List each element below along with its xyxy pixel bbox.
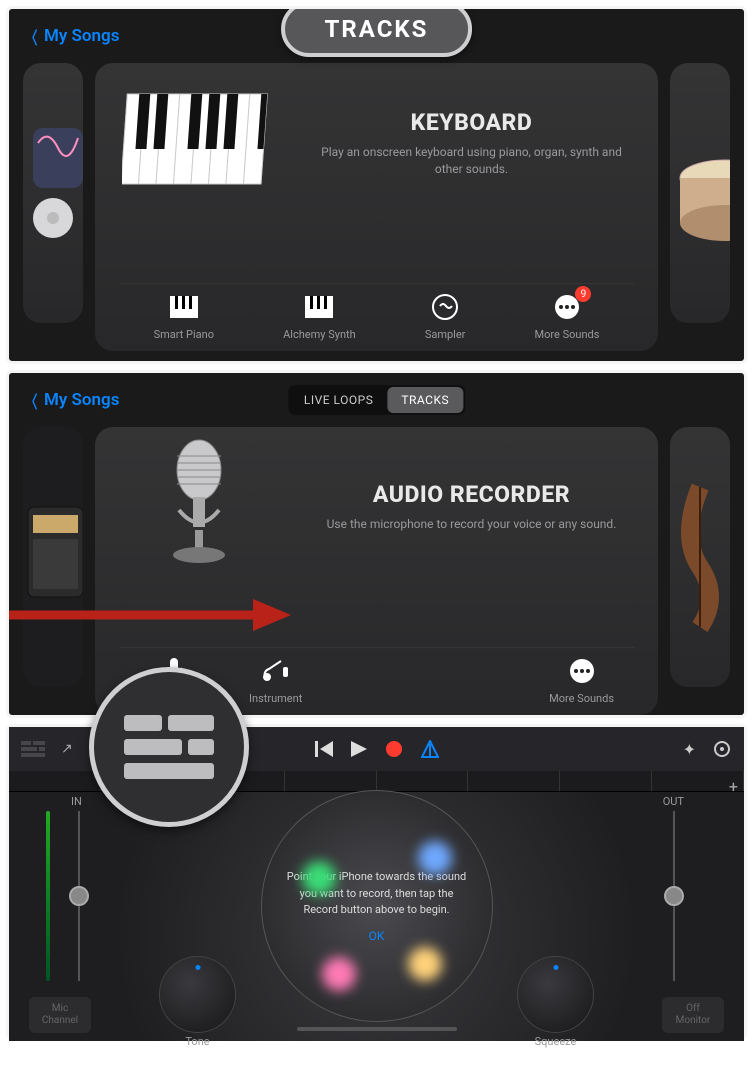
more-icon [567,656,597,686]
mic-channel-button[interactable]: MicChannel [29,997,91,1033]
preset-sampler[interactable]: Sampler [425,292,466,341]
preset-instrument[interactable]: Instrument [249,656,302,705]
magic-button[interactable]: ✦ [683,740,696,759]
preset-more-sounds[interactable]: 9 More Sounds [535,292,600,341]
sampler-icon [430,292,460,322]
instrument-desc: Use the microphone to record your voice … [309,516,634,533]
prev-instrument-peek[interactable] [23,63,83,323]
preset-alchemy-synth[interactable]: Alchemy Synth [283,292,356,341]
settings-button[interactable] [712,739,732,759]
keyboard-card[interactable]: KEYBOARD Play an onscreen keyboard using… [95,63,658,351]
preset-label: More Sounds [549,692,614,705]
input-meter [46,811,50,981]
out-label: OUT [663,795,684,808]
preset-more-sounds[interactable]: More Sounds [549,656,614,705]
segment-tracks[interactable]: TRACKS [387,387,463,413]
instrument-carousel[interactable]: AUDIO RECORDER Use the microphone to rec… [9,427,744,718]
instrument-carousel[interactable]: KEYBOARD Play an onscreen keyboard using… [9,63,744,359]
widget-icon [23,118,83,268]
preset-label: Smart Piano [154,328,214,341]
back-button[interactable]: 〈 My Songs [23,24,119,49]
preset-label: Instrument [249,692,302,705]
next-instrument-peek[interactable] [670,427,730,687]
knob-label: Tone [160,1035,235,1036]
guitar-mic-icon [261,656,291,686]
piano-keys-icon [169,292,199,322]
chevron-left-icon: 〈 [26,388,38,413]
drum-icon [670,123,730,263]
preset-smart-piano[interactable]: Smart Piano [154,292,214,341]
segment-live-loops[interactable]: LIVE LOOPS [290,387,387,413]
tracks-view-callout-circle [89,667,249,827]
skip-back-button[interactable] [315,741,333,757]
preset-label: Sampler [425,328,466,341]
piano-keys-icon [304,292,334,322]
chevron-left-icon: 〈 [26,24,38,49]
knob-label: Squeeze [518,1035,593,1036]
tracks-view-button[interactable] [21,741,45,757]
next-instrument-peek[interactable] [670,63,730,323]
red-arrow-annotation [6,595,293,635]
visualizer-circle: Point your iPhone towards the sound you … [261,790,493,1022]
input-slider[interactable] [64,811,94,981]
home-indicator [297,1027,457,1031]
microphone-image [119,445,279,565]
instrument-title: KEYBOARD [309,109,634,136]
preset-row: Smart Piano Alchemy Synth Sampler [119,283,634,341]
back-label: My Songs [44,390,119,410]
instrument-desc: Play an onscreen keyboard using piano, o… [309,144,634,178]
preset-label: Alchemy Synth [283,328,356,341]
fx-button[interactable]: ↗ [61,741,73,757]
keyboard-image [119,81,279,201]
in-label: IN [71,795,82,808]
violin-icon [670,477,730,637]
prev-instrument-peek[interactable] [23,427,83,687]
tone-knob[interactable]: Tone [159,956,236,1033]
screenshot-keyboard: TRACKS 〈 My Songs LIVE LOOPS TRACKS [6,6,747,364]
metronome-button[interactable] [421,740,439,758]
squeeze-knob[interactable]: Squeeze [517,956,594,1033]
back-label: My Songs [44,26,119,46]
preset-label: More Sounds [535,328,600,341]
play-button[interactable] [351,741,367,757]
top-bar: 〈 My Songs LIVE LOOPS TRACKS [9,373,744,427]
record-button[interactable] [385,740,403,758]
add-track-button[interactable]: + [729,777,738,796]
monitor-button[interactable]: OffMonitor [662,997,724,1033]
output-slider[interactable] [659,811,689,981]
badge-count: 9 [575,286,591,302]
screenshot-recorder-ui: ↗ ✦ + IN OUT [6,724,747,1040]
instrument-title: AUDIO RECORDER [309,481,634,508]
back-button[interactable]: 〈 My Songs [23,388,119,413]
ok-button[interactable]: OK [287,929,467,943]
page-dots [9,359,744,364]
recorder-body: + IN OUT Point your iPhone towards the s… [9,771,744,1041]
segmented-control[interactable]: LIVE LOOPS TRACKS [288,385,465,415]
tracks-callout-pill: TRACKS [281,6,473,57]
tracks-view-icon [124,715,214,779]
gear-icon [712,739,732,759]
screenshot-audio-recorder: 〈 My Songs LIVE LOOPS TRACKS [6,370,747,718]
